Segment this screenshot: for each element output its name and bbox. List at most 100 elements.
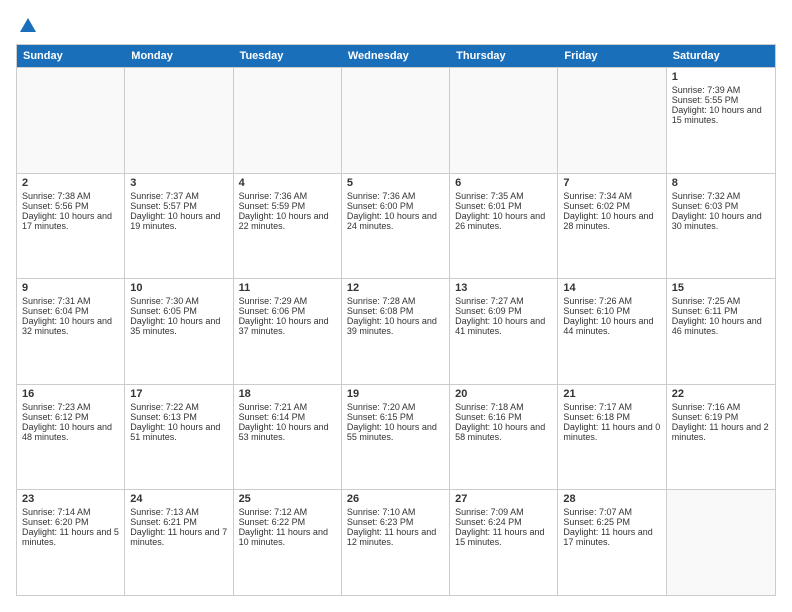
day-number: 5 — [347, 177, 444, 189]
sunset-text: Sunset: 6:08 PM — [347, 306, 444, 316]
cal-cell-w2d4: 13Sunrise: 7:27 AMSunset: 6:09 PMDayligh… — [450, 279, 558, 384]
cal-cell-w1d5: 7Sunrise: 7:34 AMSunset: 6:02 PMDaylight… — [558, 174, 666, 279]
sunset-text: Sunset: 6:24 PM — [455, 517, 552, 527]
cal-cell-w2d0: 9Sunrise: 7:31 AMSunset: 6:04 PMDaylight… — [17, 279, 125, 384]
header-day-wednesday: Wednesday — [342, 45, 450, 67]
day-number: 2 — [22, 177, 119, 189]
page: SundayMondayTuesdayWednesdayThursdayFrid… — [0, 0, 792, 612]
cal-cell-w4d2: 25Sunrise: 7:12 AMSunset: 6:22 PMDayligh… — [234, 490, 342, 595]
sunrise-text: Sunrise: 7:12 AM — [239, 507, 336, 517]
sunset-text: Sunset: 6:21 PM — [130, 517, 227, 527]
cal-cell-w3d4: 20Sunrise: 7:18 AMSunset: 6:16 PMDayligh… — [450, 385, 558, 490]
sunset-text: Sunset: 6:12 PM — [22, 412, 119, 422]
day-number: 7 — [563, 177, 660, 189]
daylight-text: Daylight: 10 hours and 55 minutes. — [347, 422, 444, 442]
daylight-text: Daylight: 10 hours and 30 minutes. — [672, 211, 770, 231]
daylight-text: Daylight: 11 hours and 12 minutes. — [347, 527, 444, 547]
sunrise-text: Sunrise: 7:28 AM — [347, 296, 444, 306]
daylight-text: Daylight: 10 hours and 17 minutes. — [22, 211, 119, 231]
daylight-text: Daylight: 10 hours and 58 minutes. — [455, 422, 552, 442]
calendar: SundayMondayTuesdayWednesdayThursdayFrid… — [16, 44, 776, 596]
daylight-text: Daylight: 10 hours and 28 minutes. — [563, 211, 660, 231]
sunrise-text: Sunrise: 7:13 AM — [130, 507, 227, 517]
sunrise-text: Sunrise: 7:20 AM — [347, 402, 444, 412]
day-number: 21 — [563, 388, 660, 400]
cal-cell-w0d6: 1Sunrise: 7:39 AMSunset: 5:55 PMDaylight… — [667, 68, 775, 173]
sunset-text: Sunset: 5:55 PM — [672, 95, 770, 105]
daylight-text: Daylight: 11 hours and 15 minutes. — [455, 527, 552, 547]
daylight-text: Daylight: 10 hours and 15 minutes. — [672, 105, 770, 125]
cal-cell-w0d5 — [558, 68, 666, 173]
sunset-text: Sunset: 6:04 PM — [22, 306, 119, 316]
cal-cell-w4d6 — [667, 490, 775, 595]
day-number: 12 — [347, 282, 444, 294]
day-number: 1 — [672, 71, 770, 83]
header-day-sunday: Sunday — [17, 45, 125, 67]
day-number: 8 — [672, 177, 770, 189]
calendar-body: 1Sunrise: 7:39 AMSunset: 5:55 PMDaylight… — [17, 67, 775, 595]
sunrise-text: Sunrise: 7:22 AM — [130, 402, 227, 412]
logo — [16, 16, 38, 36]
cal-cell-w2d1: 10Sunrise: 7:30 AMSunset: 6:05 PMDayligh… — [125, 279, 233, 384]
cal-cell-w1d3: 5Sunrise: 7:36 AMSunset: 6:00 PMDaylight… — [342, 174, 450, 279]
sunrise-text: Sunrise: 7:17 AM — [563, 402, 660, 412]
daylight-text: Daylight: 10 hours and 37 minutes. — [239, 316, 336, 336]
day-number: 28 — [563, 493, 660, 505]
day-number: 22 — [672, 388, 770, 400]
sunrise-text: Sunrise: 7:34 AM — [563, 191, 660, 201]
header-day-friday: Friday — [558, 45, 666, 67]
sunset-text: Sunset: 5:59 PM — [239, 201, 336, 211]
week-row-1: 2Sunrise: 7:38 AMSunset: 5:56 PMDaylight… — [17, 173, 775, 279]
header — [16, 16, 776, 36]
cal-cell-w1d0: 2Sunrise: 7:38 AMSunset: 5:56 PMDaylight… — [17, 174, 125, 279]
sunset-text: Sunset: 6:19 PM — [672, 412, 770, 422]
sunset-text: Sunset: 6:14 PM — [239, 412, 336, 422]
sunset-text: Sunset: 6:00 PM — [347, 201, 444, 211]
sunrise-text: Sunrise: 7:37 AM — [130, 191, 227, 201]
cal-cell-w2d3: 12 Sunrise: 7:28 AMSunset: 6:08 PMDayligh… — [342, 279, 450, 384]
sunrise-text: Sunrise: 7:31 AM — [22, 296, 119, 306]
sunrise-text: Sunrise: 7:14 AM — [22, 507, 119, 517]
daylight-text: Daylight: 10 hours and 51 minutes. — [130, 422, 227, 442]
sunset-text: Sunset: 6:18 PM — [563, 412, 660, 422]
day-number: 18 — [239, 388, 336, 400]
cal-cell-w3d5: 21Sunrise: 7:17 AMSunset: 6:18 PMDayligh… — [558, 385, 666, 490]
cal-cell-w0d2 — [234, 68, 342, 173]
day-number: 15 — [672, 282, 770, 294]
cal-cell-w3d1: 17Sunrise: 7:22 AMSunset: 6:13 PMDayligh… — [125, 385, 233, 490]
day-number: 27 — [455, 493, 552, 505]
cal-cell-w3d0: 16Sunrise: 7:23 AMSunset: 6:12 PMDayligh… — [17, 385, 125, 490]
sunrise-text: Sunrise: 7:29 AM — [239, 296, 336, 306]
day-number: 25 — [239, 493, 336, 505]
week-row-4: 23Sunrise: 7:14 AMSunset: 6:20 PMDayligh… — [17, 489, 775, 595]
daylight-text: Daylight: 10 hours and 19 minutes. — [130, 211, 227, 231]
cal-cell-w2d6: 15Sunrise: 7:25 AMSunset: 6:11 PMDayligh… — [667, 279, 775, 384]
day-number: 9 — [22, 282, 119, 294]
daylight-text: Daylight: 10 hours and 46 minutes. — [672, 316, 770, 336]
day-number: 10 — [130, 282, 227, 294]
day-number: 24 — [130, 493, 227, 505]
cal-cell-w3d6: 22Sunrise: 7:16 AMSunset: 6:19 PMDayligh… — [667, 385, 775, 490]
day-number: 14 — [563, 282, 660, 294]
day-number: 6 — [455, 177, 552, 189]
header-day-saturday: Saturday — [667, 45, 775, 67]
cal-cell-w1d1: 3Sunrise: 7:37 AMSunset: 5:57 PMDaylight… — [125, 174, 233, 279]
sunset-text: Sunset: 6:22 PM — [239, 517, 336, 527]
cal-cell-w4d1: 24Sunrise: 7:13 AMSunset: 6:21 PMDayligh… — [125, 490, 233, 595]
sunset-text: Sunset: 6:10 PM — [563, 306, 660, 316]
cal-cell-w0d4 — [450, 68, 558, 173]
cal-cell-w3d3: 19Sunrise: 7:20 AMSunset: 6:15 PMDayligh… — [342, 385, 450, 490]
cal-cell-w4d5: 28Sunrise: 7:07 AMSunset: 6:25 PMDayligh… — [558, 490, 666, 595]
sunset-text: Sunset: 5:56 PM — [22, 201, 119, 211]
day-number: 3 — [130, 177, 227, 189]
day-number: 13 — [455, 282, 552, 294]
sunrise-text: Sunrise: 7:09 AM — [455, 507, 552, 517]
cal-cell-w1d2: 4Sunrise: 7:36 AMSunset: 5:59 PMDaylight… — [234, 174, 342, 279]
cal-cell-w0d3 — [342, 68, 450, 173]
sunrise-text: Sunrise: 7:25 AM — [672, 296, 770, 306]
cal-cell-w4d0: 23Sunrise: 7:14 AMSunset: 6:20 PMDayligh… — [17, 490, 125, 595]
daylight-text: Daylight: 10 hours and 39 minutes. — [347, 316, 444, 336]
daylight-text: Daylight: 10 hours and 24 minutes. — [347, 211, 444, 231]
daylight-text: Daylight: 11 hours and 2 minutes. — [672, 422, 770, 442]
sunset-text: Sunset: 6:09 PM — [455, 306, 552, 316]
